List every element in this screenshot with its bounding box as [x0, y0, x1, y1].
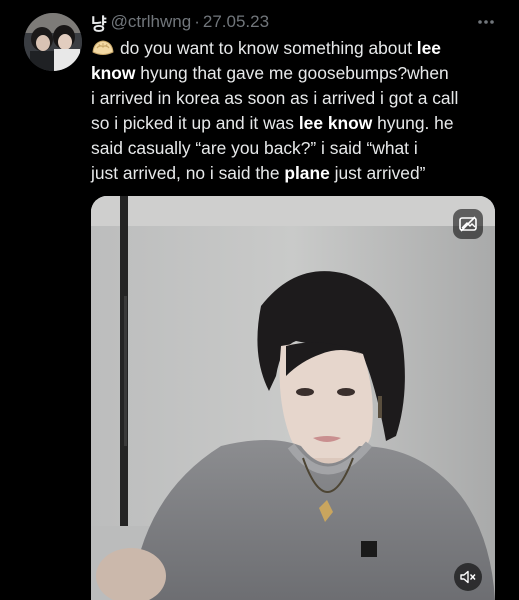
tweet-text: do you want to know something about lee k… [91, 36, 505, 186]
tweet-header: 냥 @ctrlhwng · 27.05.23 [91, 9, 499, 35]
tweet-text-line: so i picked it up and it was lee know hy… [91, 111, 505, 136]
tweet-text-line: said casually “are you back?” i said “wh… [91, 136, 505, 161]
tweet-date[interactable]: 27.05.23 [203, 12, 269, 32]
speaker-muted-icon[interactable] [454, 563, 482, 591]
separator-dot: · [194, 12, 200, 31]
display-name[interactable]: 냥 [91, 10, 107, 35]
sensitive-media-icon[interactable] [453, 209, 483, 239]
tweet-text-bold: lee know [298, 113, 373, 133]
tweet-text-bold: plane [284, 163, 330, 183]
more-options-icon[interactable] [473, 11, 499, 33]
tweet-text-segment: hyung that gave me goosebumps?when [135, 63, 449, 83]
tweet-text-bold: know [91, 63, 136, 83]
tweet-text-line: do you want to know something about lee [91, 36, 505, 61]
tweet-text-line: know hyung that gave me goosebumps?when [91, 61, 505, 86]
tweet-text-segment: just arrived, no i said the [91, 163, 285, 183]
tweet-text-segment: do you want to know something about [120, 38, 417, 58]
tweet-text-line: just arrived, no i said the plane just a… [91, 161, 505, 186]
video-player[interactable] [91, 196, 495, 600]
tweet-text-segment: i arrived in korea as soon as i arrived … [91, 88, 459, 108]
user-handle[interactable]: @ctrlhwng [111, 12, 192, 32]
tweet-text-segment: hyung. he [372, 113, 454, 133]
dumpling-emoji-icon [91, 38, 115, 58]
tweet-text-segment: just arrived” [329, 163, 426, 183]
tweet-text-segment: said casually “are you back?” i said “wh… [91, 138, 418, 158]
avatar[interactable] [24, 13, 82, 71]
tweet-text-segment: so i picked it up and it was [91, 113, 299, 133]
tweet-text-line: i arrived in korea as soon as i arrived … [91, 86, 505, 111]
tweet-text-bold: lee [416, 38, 441, 58]
